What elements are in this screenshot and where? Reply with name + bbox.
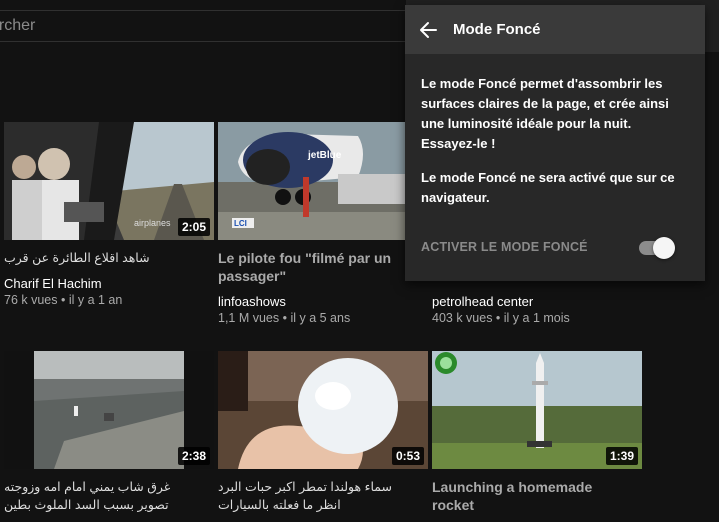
video-title[interactable]: سماء هولندا تمطر اكبر حبات البرد انظر ما… <box>218 478 418 514</box>
video-meta: 403 k vues • il y a 1 mois <box>432 311 570 325</box>
video-card[interactable]: 2:38 غرق شاب يمني امام امه وزوجته تصوير … <box>4 351 216 514</box>
search-input[interactable] <box>0 11 405 41</box>
video-duration: 0:53 <box>391 447 424 465</box>
thumbnail-watermark: airplanes <box>134 218 171 228</box>
airplane-thumbnail-image: jetBlue LCI <box>218 122 428 240</box>
dark-mode-panel: Mode Foncé Le mode Foncé permet d'assomb… <box>405 5 705 281</box>
video-duration: 1:39 <box>605 447 638 465</box>
dark-mode-description: Le mode Foncé permet d'assombrir les sur… <box>405 54 705 208</box>
toggle-knob <box>653 237 675 259</box>
video-card[interactable]: airplanes 2:05 شاهد اقلاع الطائرة عن قرب… <box>4 122 216 307</box>
video-channel[interactable]: Charif El Hachim <box>4 276 216 291</box>
video-card[interactable]: 0:53 سماء هولندا تمطر اكبر حبات البرد ان… <box>218 351 430 514</box>
dark-mode-toggle[interactable] <box>637 237 675 259</box>
video-thumbnail[interactable]: jetBlue LCI 1: <box>218 122 428 240</box>
dark-mode-toggle-row[interactable]: ACTIVER LE MODE FONCÉ <box>421 237 675 259</box>
video-thumbnail[interactable]: 1:39 <box>432 351 642 469</box>
channel-badge: LCI <box>234 219 247 228</box>
video-channel[interactable]: petrolhead center <box>432 294 644 309</box>
video-duration: 2:38 <box>177 447 210 465</box>
search-bar <box>0 10 406 42</box>
dark-mode-title: Mode Foncé <box>453 21 541 38</box>
video-title[interactable]: Launching a homemade rocket <box>432 478 632 514</box>
video-meta: 1,1 M vues • il y a 5 ans <box>218 311 351 325</box>
video-thumbnail[interactable]: airplanes 2:05 <box>4 122 214 240</box>
dark-mode-description-2: Le mode Foncé ne sera activé que sur ce … <box>421 170 675 205</box>
video-duration: 2:05 <box>177 218 210 236</box>
video-channel[interactable]: linfoashows <box>218 294 430 309</box>
video-thumbnail[interactable]: 2:38 <box>4 351 214 469</box>
video-title[interactable]: Le pilote fou "filmé par un passager" <box>218 249 418 285</box>
video-title[interactable]: شاهد اقلاع الطائرة عن قرب <box>4 249 204 267</box>
video-meta: 76 k vues • il y a 1 an <box>4 293 123 307</box>
video-thumbnail[interactable]: 0:53 <box>218 351 428 469</box>
airline-logo: jetBlue <box>307 150 342 161</box>
dark-mode-header: Mode Foncé <box>405 5 705 54</box>
back-button[interactable] <box>405 5 453 54</box>
dark-mode-description-1: Le mode Foncé permet d'assombrir les sur… <box>421 76 669 151</box>
video-card[interactable]: jetBlue LCI 1: Le pilote fou "filmé par … <box>218 122 430 325</box>
dark-mode-toggle-label: ACTIVER LE MODE FONCÉ <box>421 240 588 254</box>
video-title[interactable]: غرق شاب يمني امام امه وزوجته تصوير بسبب … <box>4 478 204 514</box>
arrow-back-icon <box>420 21 437 38</box>
video-card[interactable]: 1:39 Launching a homemade rocket <box>432 351 644 514</box>
